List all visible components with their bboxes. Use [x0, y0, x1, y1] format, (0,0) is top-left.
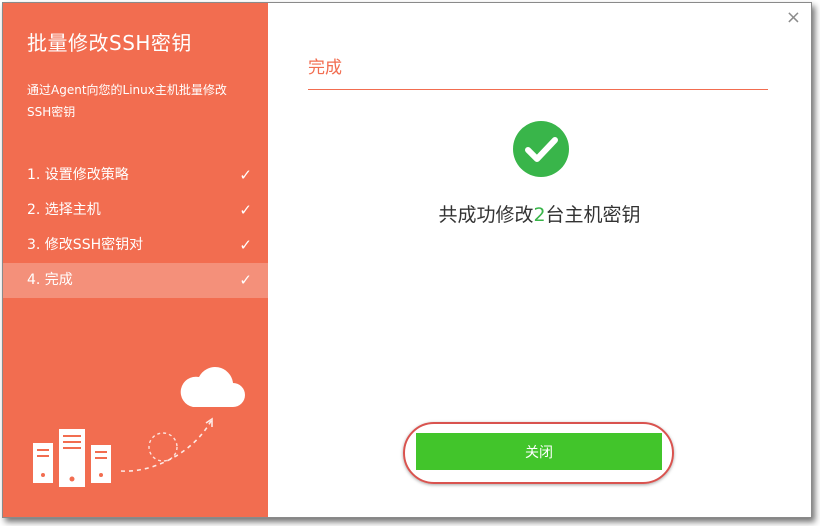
server-icon: [91, 445, 111, 483]
title-divider: [308, 89, 768, 90]
step-select-hosts[interactable]: 2. 选择主机 ✓: [3, 193, 268, 228]
main-panel: × 完成 共成功修改2台主机密钥 关闭: [268, 3, 811, 517]
wizard-steps: 1. 设置修改策略 ✓ 2. 选择主机 ✓ 3. 修改SSH密钥对 ✓ 4. 完…: [3, 158, 268, 298]
close-icon[interactable]: ×: [786, 7, 801, 28]
server-icon: [59, 429, 85, 487]
step-modify-keypair[interactable]: 3. 修改SSH密钥对 ✓: [3, 228, 268, 263]
server-icon: [33, 443, 53, 483]
result-count: 2: [533, 204, 546, 226]
ssh-key-dialog: 批量修改SSH密钥 通过Agent向您的Linux主机批量修改SSH密钥 1. …: [2, 2, 812, 518]
close-button[interactable]: 关闭: [416, 433, 662, 470]
wizard-sidebar: 批量修改SSH密钥 通过Agent向您的Linux主机批量修改SSH密钥 1. …: [3, 3, 268, 517]
step-label: 1. 设置修改策略: [27, 167, 129, 183]
checkmark-icon: ✓: [239, 201, 252, 219]
checkmark-icon: ✓: [239, 271, 252, 289]
success-check-icon: [513, 121, 569, 177]
result-message: 共成功修改2台主机密钥: [268, 200, 811, 227]
dialog-description: 通过Agent向您的Linux主机批量修改SSH密钥: [27, 83, 227, 119]
checkmark-icon: ✓: [239, 166, 252, 184]
step-label: 4. 完成: [27, 272, 73, 288]
step-label: 2. 选择主机: [27, 202, 101, 218]
cloud-icon: [180, 367, 245, 407]
step-done[interactable]: 4. 完成 ✓: [3, 263, 268, 298]
checkmark-icon: ✓: [239, 236, 252, 254]
servers-cloud-illustration: [33, 367, 245, 487]
dialog-title: 批量修改SSH密钥: [27, 31, 192, 55]
result-suffix: 台主机密钥: [545, 204, 641, 226]
section-title: 完成: [308, 58, 342, 78]
result-prefix: 共成功修改: [438, 204, 534, 226]
step-set-policy[interactable]: 1. 设置修改策略 ✓: [3, 158, 268, 193]
step-label: 3. 修改SSH密钥对: [27, 237, 144, 253]
